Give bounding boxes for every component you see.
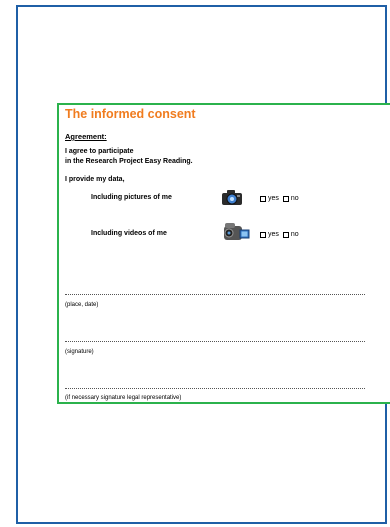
videos-no-checkbox[interactable] [282,231,289,238]
signature-caption: (signature) [65,349,94,355]
legal-representative-line[interactable] [65,388,365,389]
pictures-option-label: Including pictures of me [91,194,172,201]
camera-icon [222,190,242,205]
place-date-line[interactable] [65,294,365,295]
legal-representative-caption: (if necessary signature legal representa… [65,395,182,401]
pictures-no-label: no [290,195,299,202]
agreement-statement-line2: in the Research Project Easy Reading. [65,158,193,165]
videos-yes-label: yes [268,231,279,238]
agreement-heading: Agreement: [65,132,107,141]
agreement-statement-line1: I agree to participate [65,148,134,155]
provide-data-line: I provide my data, [65,176,125,183]
consent-box: The informed consent Agreement: I agree … [57,103,390,404]
pictures-yes-label: yes [268,195,279,202]
videos-no-label: no [290,231,299,238]
form-title: The informed consent [65,107,196,121]
pictures-no-checkbox[interactable] [282,195,289,202]
video-camera-icon [224,223,250,240]
pictures-yes-checkbox[interactable] [260,195,266,202]
signature-line[interactable] [65,341,365,342]
place-date-caption: (place, date) [65,302,99,308]
document-page: The informed consent Agreement: I agree … [16,5,390,524]
pictures-choice: yes no [260,195,303,202]
videos-choice: yes no [260,231,303,238]
videos-yes-checkbox[interactable] [260,231,266,238]
videos-option-label: Including videos of me [91,230,167,237]
